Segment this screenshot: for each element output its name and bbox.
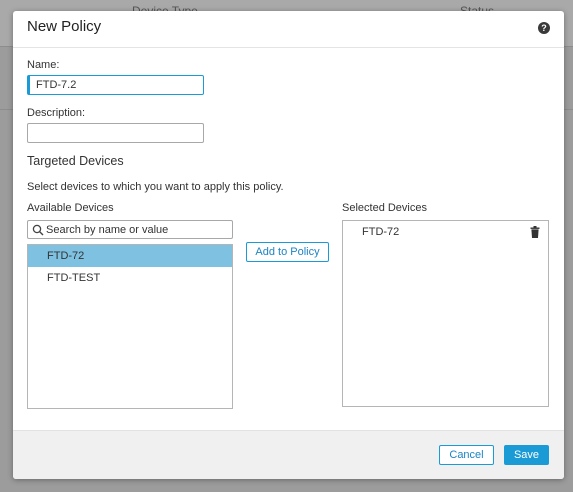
- list-item-ftd-72[interactable]: FTD-72: [28, 245, 232, 267]
- selected-item-label: FTD-72: [362, 226, 400, 238]
- list-item-ftd-test[interactable]: FTD-TEST: [28, 267, 232, 289]
- description-field[interactable]: [27, 123, 204, 143]
- dialog-title: New Policy: [27, 18, 102, 35]
- description-label: Description:: [27, 107, 86, 119]
- selected-item-ftd-72: FTD-72: [343, 221, 548, 243]
- instruction-text: Select devices to which you want to appl…: [27, 181, 284, 193]
- device-search-input[interactable]: [46, 222, 226, 237]
- available-devices-list: FTD-72 FTD-TEST: [27, 244, 233, 409]
- cancel-button[interactable]: Cancel: [439, 445, 494, 465]
- search-icon: [32, 224, 44, 236]
- available-devices-label: Available Devices: [27, 202, 114, 214]
- add-to-policy-button[interactable]: Add to Policy: [246, 242, 329, 262]
- name-field[interactable]: [27, 75, 204, 95]
- selected-devices-list: FTD-72: [342, 220, 549, 407]
- device-search-box[interactable]: [27, 220, 233, 239]
- dialog-header: New Policy ?: [13, 11, 564, 48]
- name-label: Name:: [27, 59, 60, 71]
- trash-icon[interactable]: [530, 226, 540, 238]
- dialog-footer: Cancel Save: [13, 430, 564, 479]
- save-button[interactable]: Save: [504, 445, 549, 465]
- targeted-devices-title: Targeted Devices: [27, 154, 124, 168]
- selected-devices-label: Selected Devices: [342, 202, 427, 214]
- question-circle-icon[interactable]: ?: [538, 22, 550, 34]
- new-policy-dialog: New Policy ? Name: Description: Targeted…: [13, 11, 564, 479]
